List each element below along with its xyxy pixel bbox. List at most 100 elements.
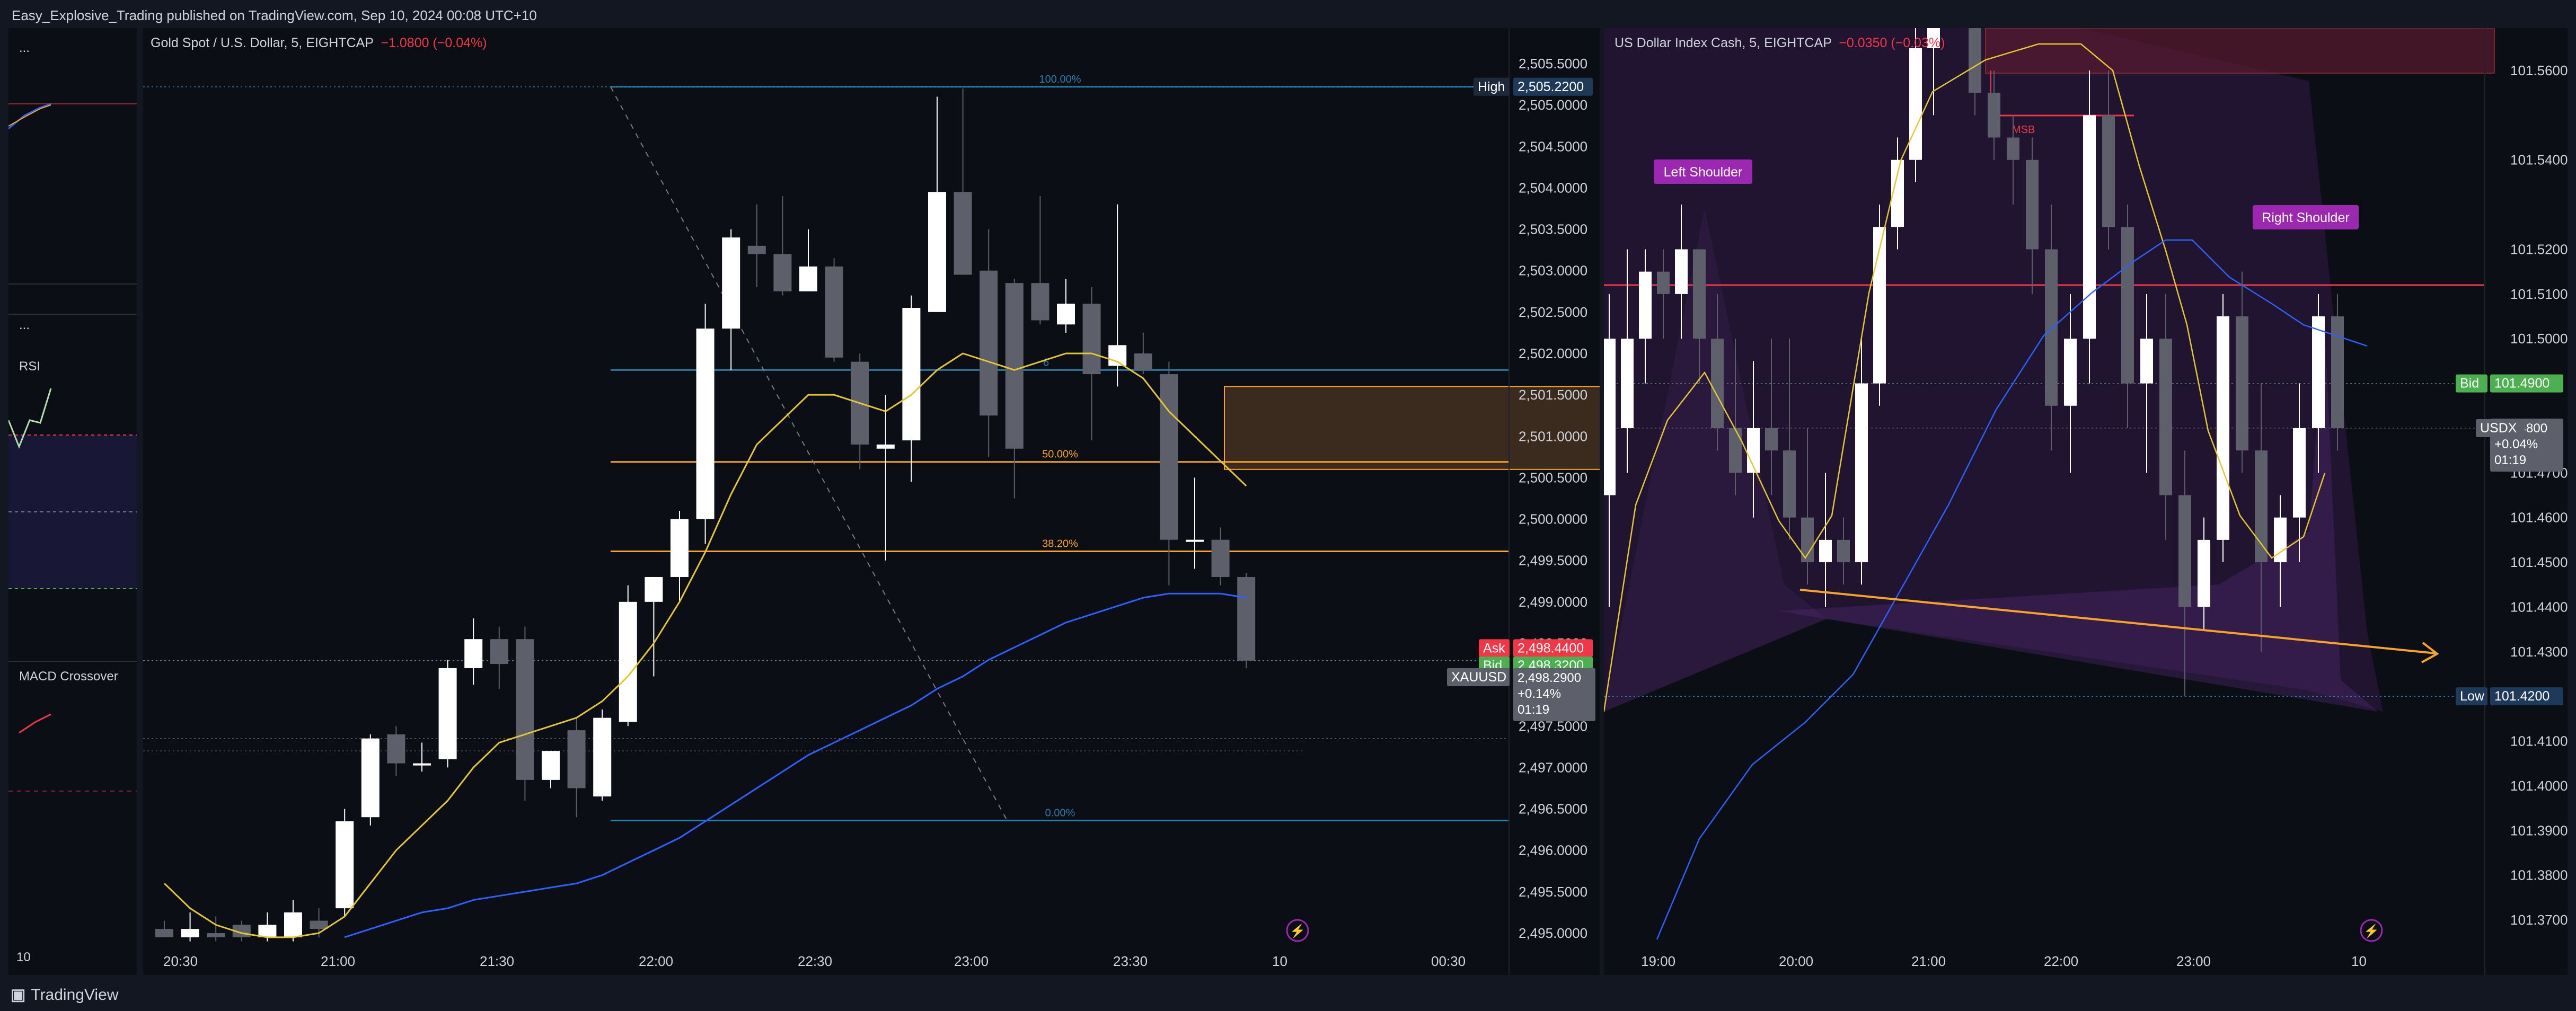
- candle[interactable]: [696, 304, 714, 544]
- dxy-chart-header: US Dollar Index Cash, 5, EIGHTCAP −0.035…: [1615, 36, 1945, 51]
- candle[interactable]: [1873, 205, 1886, 406]
- time-tick-label: 20:30: [163, 953, 198, 969]
- fib-level-label: 100.00%: [1039, 74, 1081, 85]
- candle-body: [1108, 345, 1127, 366]
- tradingview-brand[interactable]: ▣ TradingView: [11, 986, 118, 1004]
- candle-body: [2026, 159, 2039, 250]
- indicator-sidebar[interactable]: ... ... RSI MACD Crossover 10: [8, 28, 137, 975]
- candle[interactable]: [954, 88, 972, 275]
- candle[interactable]: [2331, 294, 2344, 451]
- dxy-chart-panel[interactable]: US Dollar Index Cash, 5, EIGHTCAP −0.035…: [1604, 28, 2568, 975]
- candle[interactable]: [876, 395, 895, 561]
- candle[interactable]: [1031, 196, 1049, 325]
- low-badge-value: 101.4200: [2490, 687, 2563, 706]
- candle-body: [747, 245, 766, 254]
- brand-text: TradingView: [31, 986, 119, 1004]
- time-tick-label: 10: [2351, 953, 2367, 969]
- low-badge-value-text: 101.4200: [2494, 689, 2549, 704]
- gold-chart-canvas[interactable]: 100.00%50.00%38.20%0.00%6 2,505.50002,50…: [143, 28, 1600, 975]
- candle-body: [1005, 283, 1024, 449]
- candle[interactable]: [1082, 287, 1101, 441]
- candle[interactable]: [387, 726, 405, 776]
- candle-body: [773, 254, 792, 291]
- left-shoulder-label[interactable]: Left Shoulder: [1654, 159, 1752, 184]
- low-badge-label-text: Low: [2460, 689, 2485, 704]
- symbol-badge: XAUUSD: [1447, 668, 1510, 686]
- time-tick-label: 19:00: [1641, 953, 1675, 969]
- fib-trendline[interactable]: [610, 86, 1008, 821]
- price-tick-label: 2,505.0000: [1519, 97, 1587, 113]
- candle[interactable]: [1005, 279, 1024, 499]
- rsi-label[interactable]: RSI: [19, 359, 40, 374]
- candle[interactable]: [851, 353, 869, 469]
- candle[interactable]: [747, 204, 766, 287]
- candle[interactable]: [464, 618, 483, 685]
- ask-badge-label: Ask: [1479, 639, 1510, 658]
- candle[interactable]: [155, 920, 173, 937]
- candle-body: [928, 192, 946, 312]
- lightning-icon[interactable]: ⚡: [2360, 919, 2383, 942]
- price-tick-label: 2,497.0000: [1519, 759, 1587, 775]
- candle[interactable]: [567, 717, 586, 818]
- candle[interactable]: [722, 229, 740, 370]
- price-tick-label: 101.4500: [2510, 554, 2568, 570]
- candle[interactable]: [516, 626, 534, 801]
- candle[interactable]: [1186, 477, 1204, 569]
- candle-body: [2121, 227, 2134, 384]
- candle[interactable]: [438, 660, 457, 768]
- candle[interactable]: [928, 96, 946, 312]
- candle[interactable]: [1211, 527, 1230, 586]
- candle-body: [207, 933, 225, 937]
- right-shoulder-label[interactable]: Right Shoulder: [2253, 205, 2359, 229]
- candle[interactable]: [284, 900, 302, 942]
- price-tick-label: 2,496.5000: [1519, 801, 1587, 817]
- candle[interactable]: [980, 229, 998, 457]
- price-tick-label: 2,495.5000: [1519, 884, 1587, 900]
- candle-body: [2159, 339, 2172, 495]
- lightning-icon[interactable]: ⚡: [1286, 919, 1309, 942]
- footer-bar: ▣ TradingView: [0, 975, 2576, 1011]
- bid-badge-label-text: Bid: [2460, 376, 2479, 391]
- pane2-menu[interactable]: ...: [19, 318, 30, 333]
- high-badge-label-text: High: [1478, 79, 1505, 94]
- price-tick-label: 101.4300: [2510, 644, 2568, 660]
- candle[interactable]: [361, 734, 380, 826]
- candle[interactable]: [825, 258, 843, 362]
- candle[interactable]: [1134, 332, 1152, 375]
- macd-label[interactable]: MACD Crossover: [19, 669, 118, 684]
- candle[interactable]: [413, 742, 431, 772]
- candle[interactable]: [1237, 573, 1256, 668]
- candle[interactable]: [799, 229, 817, 291]
- fib-level-label: 0.00%: [1045, 807, 1075, 819]
- candle-body: [1186, 539, 1204, 542]
- low-badge-label: Low: [2456, 687, 2487, 706]
- time-tick-label: 22:00: [2044, 953, 2078, 969]
- candle[interactable]: [2217, 294, 2229, 563]
- left-shoulder-text: Left Shoulder: [1664, 165, 1743, 180]
- gold-chart-panel[interactable]: Gold Spot / U.S. Dollar, 5, EIGHTCAP −1.…: [143, 28, 1600, 975]
- candle[interactable]: [645, 577, 663, 677]
- symbol-badge-text: USDX: [2480, 421, 2517, 436]
- price-tick-label: 101.4400: [2510, 599, 2568, 615]
- candle-body: [2236, 316, 2248, 451]
- price-tick-label: 2,505.5000: [1519, 56, 1587, 72]
- candle[interactable]: [181, 912, 199, 942]
- candle[interactable]: [490, 626, 508, 689]
- candle-body: [1134, 353, 1152, 370]
- candle-body: [619, 601, 637, 722]
- candle-body: [1604, 339, 1616, 495]
- candle[interactable]: [773, 196, 792, 296]
- candle-body: [825, 266, 843, 358]
- candle[interactable]: [542, 751, 560, 788]
- candle-body: [284, 912, 302, 937]
- candle[interactable]: [336, 809, 354, 917]
- dxy-chart-canvas[interactable]: MSB Left Shoulder Right Shoulder 101.5600 1…: [1604, 28, 2568, 975]
- candle[interactable]: [1057, 279, 1075, 333]
- candle[interactable]: [1909, 28, 1922, 182]
- candle-body: [902, 308, 921, 441]
- resistance-zone[interactable]: [1985, 28, 2495, 74]
- candle[interactable]: [2083, 70, 2096, 384]
- candle[interactable]: [619, 585, 637, 726]
- candle-body: [696, 329, 714, 519]
- candle[interactable]: [593, 710, 612, 801]
